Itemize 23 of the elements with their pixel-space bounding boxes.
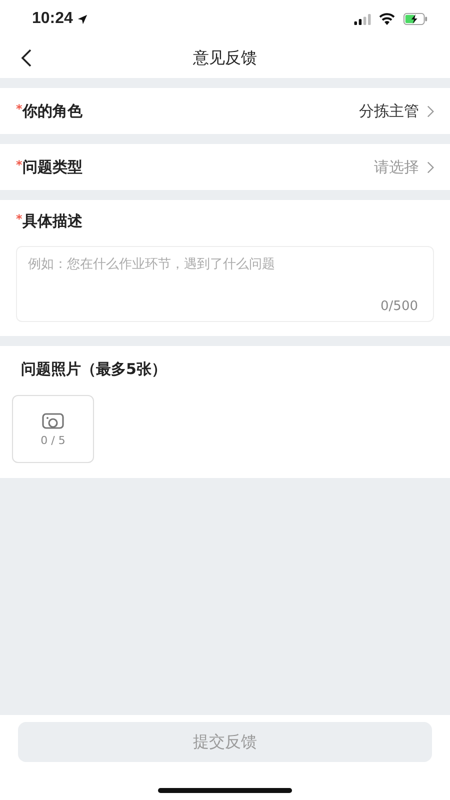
select-row[interactable]: *你的角色 分拣主管 (0, 88, 450, 134)
chevron-right-icon (427, 104, 434, 118)
signal-icon (354, 14, 371, 24)
status-time: 10:24 (32, 10, 73, 28)
section-title: 问题照片（最多5张） (20, 360, 168, 379)
location-arrow-icon (76, 14, 88, 24)
page-title: 意见反馈 (193, 48, 257, 68)
photo-upload-button[interactable]: 0 / 5 (12, 395, 94, 463)
select-row[interactable]: *问题类型 请选择 (0, 144, 450, 190)
required-mark: * (16, 158, 22, 172)
wifi-icon (379, 13, 395, 25)
field-label: *你的角色 (16, 102, 84, 120)
battery-charging-icon (403, 13, 428, 25)
field-label: *问题类型 (16, 158, 84, 176)
required-mark: * (16, 212, 22, 226)
required-mark: * (16, 102, 22, 116)
field-label: *具体描述 (16, 212, 84, 232)
camera-icon (41, 412, 65, 430)
field-value: 分拣主管 (359, 102, 419, 120)
chevron-right-icon (427, 160, 434, 174)
back-icon[interactable] (21, 49, 32, 67)
field-placeholder: 请选择 (374, 158, 419, 176)
character-counter: 0/500 (380, 299, 418, 314)
